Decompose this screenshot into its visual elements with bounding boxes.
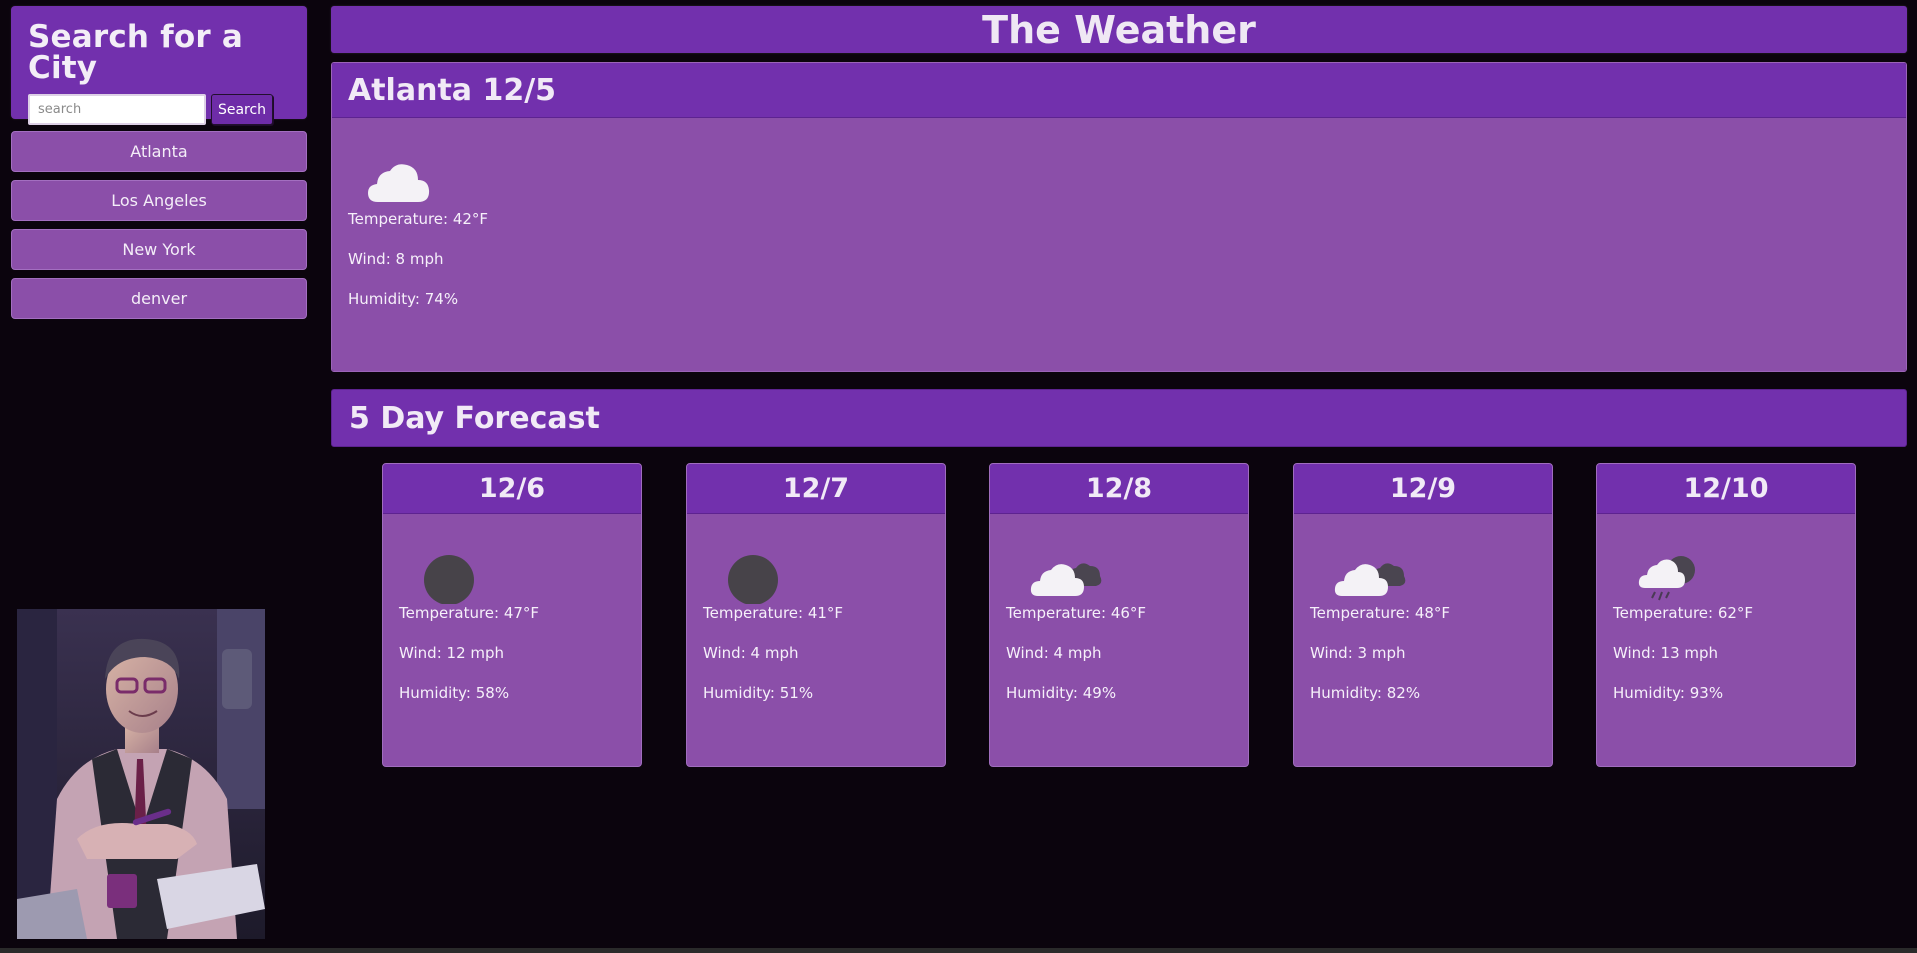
page-title: The Weather (331, 6, 1907, 53)
current-weather-body: Temperature: 42°F Wind: 8 mph Humidity: … (332, 118, 1906, 371)
forecast-temperature: Temperature: 48°F (1310, 604, 1451, 622)
broken-clouds-icon (1334, 550, 1406, 604)
search-button[interactable]: Search (211, 94, 273, 125)
forecast-temperature: Temperature: 47°F (399, 604, 540, 622)
forecast-date: 12/6 (383, 464, 641, 514)
forecast-wind: Wind: 4 mph (1006, 644, 1102, 662)
search-title: Search for a City (28, 19, 243, 86)
history-item-atlanta[interactable]: Atlanta (11, 131, 307, 172)
forecast-date: 12/8 (990, 464, 1248, 514)
rain-icon (1637, 550, 1709, 604)
search-panel: Search for a City Search (11, 6, 307, 125)
forecast-humidity: Humidity: 51% (703, 684, 814, 702)
forecast-humidity: Humidity: 82% (1310, 684, 1421, 702)
cloud-icon (366, 158, 436, 210)
forecast-row: 12/6 Temperature: 47°F Wind: 12 mph Humi… (331, 463, 1907, 773)
forecast-humidity: Humidity: 93% (1613, 684, 1724, 702)
main-content: The Weather Atlanta 12/5 Temperature: 42… (331, 6, 1907, 773)
broken-clouds-icon (1030, 550, 1102, 604)
current-weather-heading: Atlanta 12/5 (332, 63, 1906, 118)
forecast-card-day-1: 12/6 Temperature: 47°F Wind: 12 mph Humi… (382, 463, 642, 767)
history-item-new-york[interactable]: New York (11, 229, 307, 270)
sidebar: Search for a City Search Atlanta Los Ang… (11, 6, 307, 327)
history-item-denver[interactable]: denver (11, 278, 307, 319)
forecast-wind: Wind: 13 mph (1613, 644, 1719, 662)
current-humidity: Humidity: 74% (348, 290, 459, 308)
forecast-card-day-2: 12/7 Temperature: 41°F Wind: 4 mph Humid… (686, 463, 946, 767)
current-weather-card: Atlanta 12/5 Temperature: 42°F Wind: 8 m… (331, 62, 1907, 372)
forecast-humidity: Humidity: 58% (399, 684, 510, 702)
search-input[interactable] (28, 94, 206, 125)
clear-night-icon (423, 550, 495, 605)
window-bottom-edge (0, 948, 1917, 953)
forecast-temperature: Temperature: 41°F (703, 604, 844, 622)
clear-night-icon (727, 550, 799, 605)
current-temperature: Temperature: 42°F (348, 210, 489, 228)
forecast-temperature: Temperature: 62°F (1613, 604, 1754, 622)
search-history-list: Atlanta Los Angeles New York denver (11, 131, 307, 319)
forecast-wind: Wind: 3 mph (1310, 644, 1406, 662)
forecast-date: 12/9 (1294, 464, 1552, 514)
search-row: Search (28, 94, 291, 125)
character-illustration (17, 609, 265, 939)
forecast-temperature: Temperature: 46°F (1006, 604, 1147, 622)
forecast-wind: Wind: 12 mph (399, 644, 505, 662)
forecast-date: 12/10 (1597, 464, 1855, 514)
forecast-date: 12/7 (687, 464, 945, 514)
history-item-los-angeles[interactable]: Los Angeles (11, 180, 307, 221)
forecast-card-day-5: 12/10 Temperature: 62°F Wind: 13 mph Hum… (1596, 463, 1856, 767)
forecast-card-day-3: 12/8 Temperature: 46°F Wind: 4 mph Humid… (989, 463, 1249, 767)
forecast-wind: Wind: 4 mph (703, 644, 799, 662)
forecast-heading: 5 Day Forecast (331, 389, 1907, 447)
forecast-card-day-4: 12/9 Temperature: 48°F Wind: 3 mph Humid… (1293, 463, 1553, 767)
forecast-humidity: Humidity: 49% (1006, 684, 1117, 702)
current-wind: Wind: 8 mph (348, 250, 444, 268)
